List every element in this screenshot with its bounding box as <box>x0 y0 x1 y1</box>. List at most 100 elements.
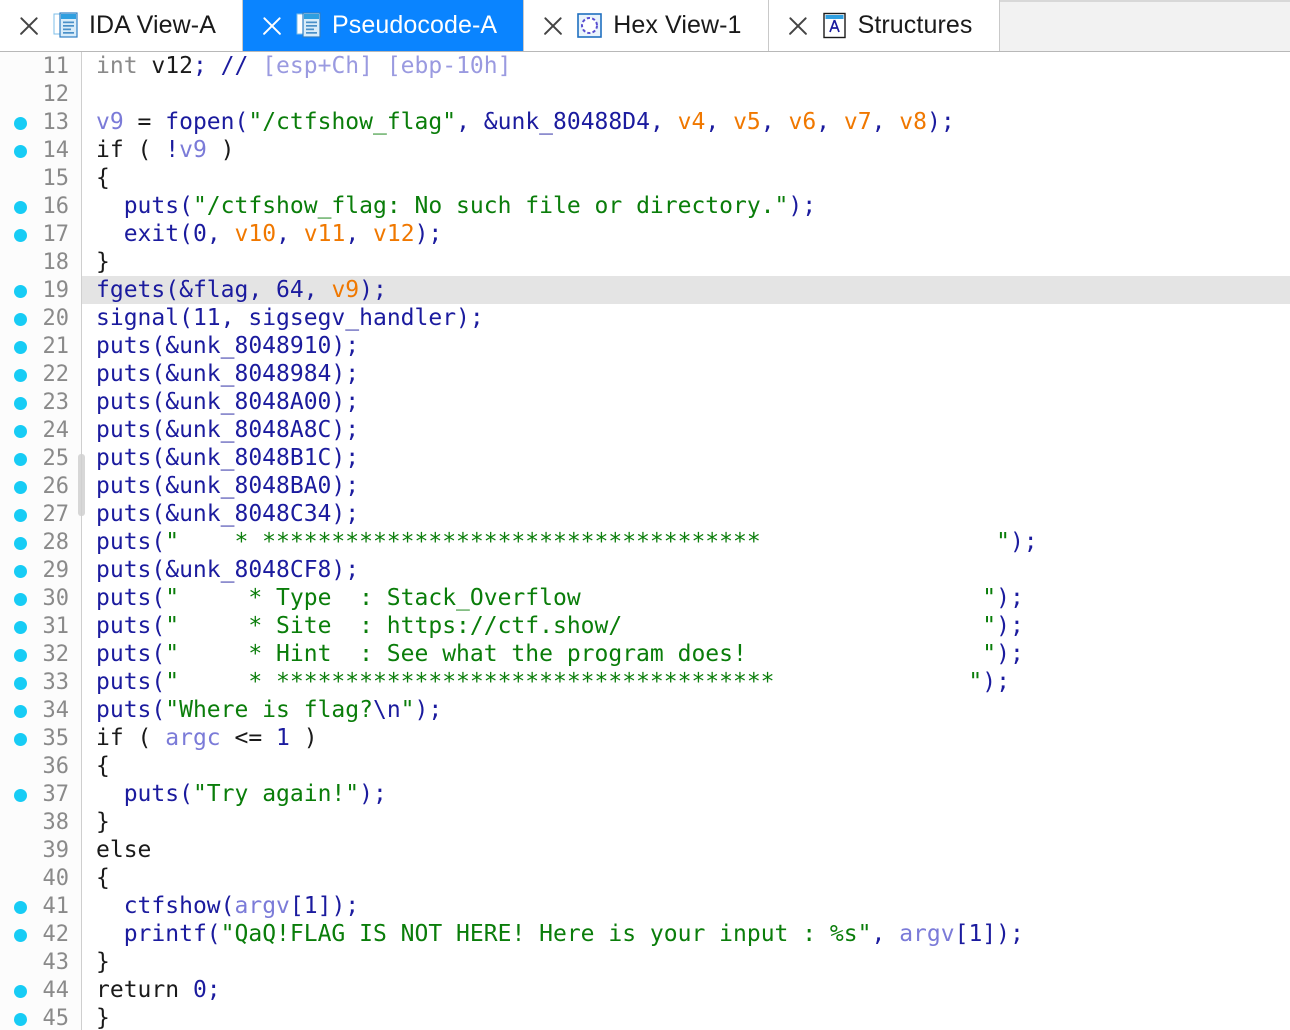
code-line[interactable]: { <box>82 752 1290 780</box>
breakpoint-dot-icon[interactable] <box>14 425 27 438</box>
code-line[interactable]: puts(&unk_8048C34); <box>82 500 1290 528</box>
breakpoint-dot-icon[interactable] <box>14 733 27 746</box>
gutter-row[interactable]: 34 <box>0 696 81 724</box>
gutter-row[interactable]: 17 <box>0 220 81 248</box>
breakpoint-dot-icon[interactable] <box>14 229 27 242</box>
gutter-row[interactable]: 31 <box>0 612 81 640</box>
gutter-row[interactable]: 27 <box>0 500 81 528</box>
gutter-row[interactable]: 45 <box>0 1004 81 1030</box>
code-line[interactable]: puts(&unk_8048984); <box>82 360 1290 388</box>
gutter-row[interactable]: 22 <box>0 360 81 388</box>
close-icon[interactable] <box>785 13 811 39</box>
code-line[interactable]: else <box>82 836 1290 864</box>
gutter-row[interactable]: 20 <box>0 304 81 332</box>
tab-structures[interactable]: Structures <box>768 0 1000 51</box>
code-line[interactable]: } <box>82 248 1290 276</box>
gutter-row[interactable]: 16 <box>0 192 81 220</box>
breakpoint-dot-icon[interactable] <box>14 369 27 382</box>
pseudocode-editor[interactable]: 11 12 13 14 15 16 17 18 19 20 21 22 23 24 25 26 27 28 29 30… <box>0 52 1290 1030</box>
gutter-row[interactable]: 21 <box>0 332 81 360</box>
breakpoint-dot-icon[interactable] <box>14 593 27 606</box>
gutter-row[interactable]: 12 <box>0 80 81 108</box>
code-line[interactable]: return 0; <box>82 976 1290 1004</box>
gutter-row[interactable]: 33 <box>0 668 81 696</box>
code-line[interactable]: { <box>82 864 1290 892</box>
breakpoint-dot-icon[interactable] <box>14 677 27 690</box>
code-line[interactable]: { <box>82 164 1290 192</box>
gutter-row[interactable]: 13 <box>0 108 81 136</box>
code-line[interactable]: } <box>82 1004 1290 1030</box>
gutter-row[interactable]: 24 <box>0 416 81 444</box>
code-line[interactable]: puts(&unk_8048BA0); <box>82 472 1290 500</box>
code-line[interactable]: puts(" * Hint : See what the program doe… <box>82 640 1290 668</box>
breakpoint-dot-icon[interactable] <box>14 341 27 354</box>
code-line[interactable]: exit(0, v10, v11, v12); <box>82 220 1290 248</box>
gutter-row[interactable]: 14 <box>0 136 81 164</box>
gutter-row[interactable]: 41 <box>0 892 81 920</box>
breakpoint-dot-icon[interactable] <box>14 201 27 214</box>
code-line[interactable]: printf("QaQ!FLAG IS NOT HERE! Here is yo… <box>82 920 1290 948</box>
code-line[interactable]: if ( !v9 ) <box>82 136 1290 164</box>
breakpoint-dot-icon[interactable] <box>14 985 27 998</box>
code-line[interactable]: puts(" * *******************************… <box>82 528 1290 556</box>
code-line[interactable] <box>82 80 1290 108</box>
breakpoint-dot-icon[interactable] <box>14 1013 27 1026</box>
gutter-row[interactable]: 19 <box>0 276 81 304</box>
code-line[interactable]: puts(" * *******************************… <box>82 668 1290 696</box>
code-line[interactable]: } <box>82 808 1290 836</box>
breakpoint-dot-icon[interactable] <box>14 145 27 158</box>
gutter-row[interactable]: 35 <box>0 724 81 752</box>
gutter-row[interactable]: 37 <box>0 780 81 808</box>
breakpoint-dot-icon[interactable] <box>14 453 27 466</box>
gutter-row[interactable]: 40 <box>0 864 81 892</box>
gutter-row[interactable]: 28 <box>0 528 81 556</box>
code-line[interactable]: puts(&unk_8048A00); <box>82 388 1290 416</box>
code-line[interactable]: int v12; // [esp+Ch] [ebp-10h] <box>82 52 1290 80</box>
code-line[interactable]: puts("Try again!"); <box>82 780 1290 808</box>
code-line[interactable]: puts("/ctfshow_flag: No such file or dir… <box>82 192 1290 220</box>
breakpoint-dot-icon[interactable] <box>14 285 27 298</box>
gutter-row[interactable]: 23 <box>0 388 81 416</box>
breakpoint-dot-icon[interactable] <box>14 397 27 410</box>
breakpoint-dot-icon[interactable] <box>14 565 27 578</box>
gutter-row[interactable]: 32 <box>0 640 81 668</box>
gutter-row[interactable]: 25 <box>0 444 81 472</box>
breakpoint-dot-icon[interactable] <box>14 313 27 326</box>
close-icon[interactable] <box>16 13 42 39</box>
close-icon[interactable] <box>259 13 285 39</box>
breakpoint-dot-icon[interactable] <box>14 537 27 550</box>
code-line[interactable]: puts(&unk_8048CF8); <box>82 556 1290 584</box>
code-line[interactable]: if ( argc <= 1 ) <box>82 724 1290 752</box>
code-line[interactable]: puts(&unk_8048B1C); <box>82 444 1290 472</box>
gutter-row[interactable]: 15 <box>0 164 81 192</box>
breakpoint-dot-icon[interactable] <box>14 621 27 634</box>
breakpoint-dot-icon[interactable] <box>14 901 27 914</box>
gutter-row[interactable]: 38 <box>0 808 81 836</box>
code-line[interactable]: v9 = fopen("/ctfshow_flag", &unk_80488D4… <box>82 108 1290 136</box>
gutter-row[interactable]: 30 <box>0 584 81 612</box>
code-line[interactable]: puts("Where is flag?\n"); <box>82 696 1290 724</box>
code-line[interactable]: } <box>82 948 1290 976</box>
breakpoint-dot-icon[interactable] <box>14 705 27 718</box>
code-line[interactable]: ctfshow(argv[1]); <box>82 892 1290 920</box>
breakpoint-dot-icon[interactable] <box>14 117 27 130</box>
line-number-gutter[interactable]: 11 12 13 14 15 16 17 18 19 20 21 22 23 24 25 26 27 28 29 30… <box>0 52 85 1030</box>
code-line[interactable]: puts(" * Type : Stack_Overflow "); <box>82 584 1290 612</box>
breakpoint-dot-icon[interactable] <box>14 649 27 662</box>
code-lines[interactable]: int v12; // [esp+Ch] [ebp-10h] v9 = fopen… <box>82 52 1290 1030</box>
code-line[interactable]: puts(&unk_8048910); <box>82 332 1290 360</box>
code-line[interactable]: puts(" * Site : https://ctf.show/ "); <box>82 612 1290 640</box>
breakpoint-dot-icon[interactable] <box>14 929 27 942</box>
close-icon[interactable] <box>540 13 566 39</box>
breakpoint-dot-icon[interactable] <box>14 481 27 494</box>
breakpoint-dot-icon[interactable] <box>14 789 27 802</box>
gutter-row[interactable]: 36 <box>0 752 81 780</box>
code-line[interactable]: puts(&unk_8048A8C); <box>82 416 1290 444</box>
gutter-row[interactable]: 18 <box>0 248 81 276</box>
tab-pseudocode-a[interactable]: Pseudocode-A <box>242 0 525 51</box>
gutter-row[interactable]: 29 <box>0 556 81 584</box>
gutter-row[interactable]: 11 <box>0 52 81 80</box>
gutter-row[interactable]: 39 <box>0 836 81 864</box>
breakpoint-dot-icon[interactable] <box>14 509 27 522</box>
gutter-row[interactable]: 26 <box>0 472 81 500</box>
